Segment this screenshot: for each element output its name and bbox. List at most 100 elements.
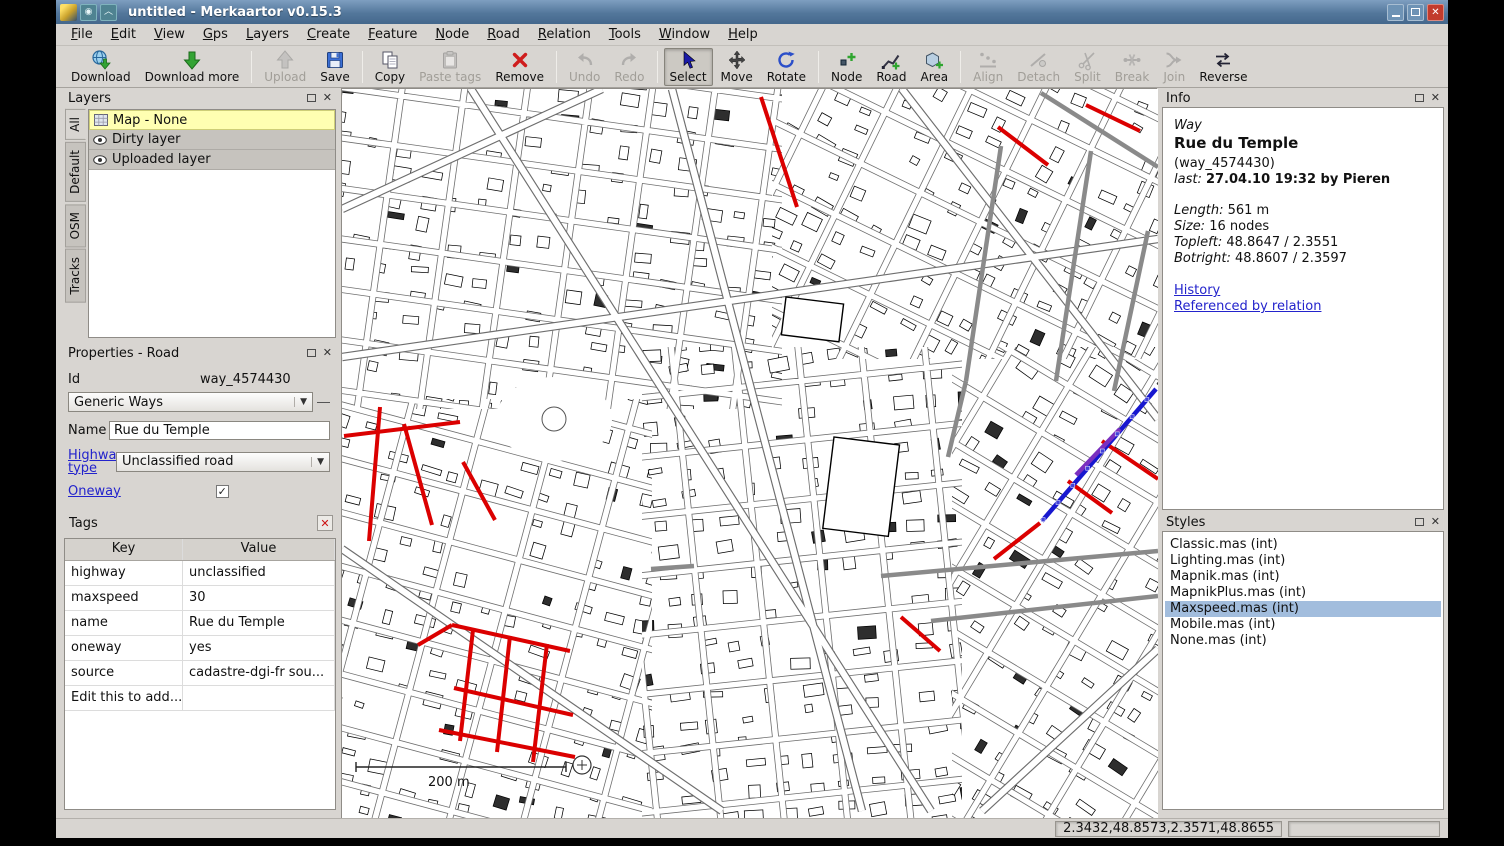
info-feature-id: (way_4574430) [1174, 156, 1432, 171]
window-menu-button[interactable]: ◉ [80, 4, 97, 21]
visible-eye-icon[interactable] [93, 155, 107, 165]
toolbar-separator [251, 51, 252, 83]
menu-view[interactable]: View [145, 25, 194, 44]
menu-edit[interactable]: Edit [102, 25, 145, 44]
status-bar: 2.3432,48.8573,2.3571,48.8655 [56, 818, 1448, 838]
properties-dock: Properties - Road ✕ Id way_4574430 Gener… [64, 344, 336, 810]
menu-road[interactable]: Road [478, 25, 529, 44]
menu-tools[interactable]: Tools [600, 25, 650, 44]
layer-item-map-none[interactable]: Map - None [89, 110, 335, 130]
detach-icon [1028, 49, 1050, 71]
delete-tag-button[interactable]: ✕ [317, 515, 333, 531]
toolbar-button-label: Undo [569, 71, 600, 84]
tags-header-row: KeyValue [65, 539, 335, 561]
info-field: Topleft: 48.8647 / 2.3551 [1174, 235, 1432, 251]
menu-relation[interactable]: Relation [529, 25, 600, 44]
area-button[interactable]: Area [914, 48, 954, 86]
layers-tab-default[interactable]: Default [65, 142, 86, 202]
properties-dock-float-icon[interactable] [307, 349, 316, 357]
layer-item-label: Map - None [113, 113, 187, 128]
save-button[interactable]: Save [314, 48, 355, 86]
properties-dock-close-icon[interactable]: ✕ [323, 348, 332, 358]
road-button[interactable]: Road [870, 48, 912, 86]
highway-type-select[interactable]: Unclassified road ▼ [116, 452, 330, 472]
remove-button[interactable]: Remove [489, 48, 550, 86]
feature-type-value: Generic Ways [74, 395, 163, 410]
tag-row[interactable]: sourcecadastre-dgi-fr sou... [65, 661, 335, 686]
menu-node[interactable]: Node [426, 25, 478, 44]
layers-tab-osm[interactable]: OSM [65, 204, 86, 247]
tag-row[interactable]: Edit this to add... [65, 686, 335, 711]
link-referenced-by-relation[interactable]: Referenced by relation [1174, 299, 1432, 315]
layers-list: Map - None Dirty layerUploaded layer [88, 109, 336, 338]
layers-dock-close-icon[interactable]: ✕ [323, 93, 332, 103]
copy-button[interactable]: Copy [369, 48, 411, 86]
menu-window[interactable]: Window [650, 25, 719, 44]
style-item-mapnik-mas-int[interactable]: Mapnik.mas (int) [1165, 569, 1441, 585]
toolbar-separator [657, 51, 658, 83]
oneway-link[interactable]: Oneway [68, 484, 121, 499]
rotate-button[interactable]: Rotate [761, 48, 812, 86]
info-dock-float-icon[interactable] [1415, 94, 1424, 102]
style-item-mapnikplus-mas-int[interactable]: MapnikPlus.mas (int) [1165, 585, 1441, 601]
style-item-classic-mas-int[interactable]: Classic.mas (int) [1165, 537, 1441, 553]
style-item-lighting-mas-int[interactable]: Lighting.mas (int) [1165, 553, 1441, 569]
menu-layers[interactable]: Layers [237, 25, 298, 44]
map-layer-icon[interactable] [94, 114, 108, 126]
toolbar-separator [362, 51, 363, 83]
window-shade-button[interactable]: ︿ [100, 4, 117, 21]
styles-dock-close-icon[interactable]: ✕ [1431, 517, 1440, 527]
layer-item-dirty-layer[interactable]: Dirty layer [89, 130, 335, 150]
download-more-button[interactable]: Download more [139, 48, 246, 86]
maximize-button[interactable] [1407, 4, 1424, 21]
reverse-button[interactable]: Reverse [1193, 48, 1253, 86]
download-button[interactable]: Download [65, 48, 137, 86]
tag-cell [183, 686, 335, 710]
upload-button: Upload [258, 48, 312, 86]
select-button[interactable]: Select [664, 48, 713, 86]
map-canvas[interactable]: 200 m [341, 88, 1157, 818]
oneway-checkbox[interactable] [216, 485, 229, 498]
menu-feature[interactable]: Feature [359, 25, 426, 44]
styles-dock-float-icon[interactable] [1415, 518, 1424, 526]
feature-type-select[interactable]: Generic Ways ▼ [68, 392, 313, 412]
menu-gps[interactable]: Gps [194, 25, 237, 44]
toolbar-button-label: Road [876, 71, 906, 84]
menu-file[interactable]: File [62, 25, 102, 44]
style-item-maxspeed-mas-int[interactable]: Maxspeed.mas (int) [1165, 601, 1441, 617]
toolbar-button-label: Align [973, 71, 1003, 84]
node-button[interactable]: Node [825, 48, 868, 86]
move-icon [726, 49, 748, 71]
tag-cell: highway [65, 561, 183, 585]
visible-eye-icon[interactable] [93, 135, 107, 145]
style-item-mobile-mas-int[interactable]: Mobile.mas (int) [1165, 617, 1441, 633]
layers-dock-float-icon[interactable] [307, 94, 316, 102]
move-button[interactable]: Move [715, 48, 759, 86]
minimize-button[interactable] [1387, 4, 1404, 21]
toolbar-button-label: Split [1074, 71, 1101, 84]
tag-row[interactable]: highwayunclassified [65, 561, 335, 586]
layers-tab-tracks[interactable]: Tracks [65, 249, 86, 303]
layer-item-uploaded-layer[interactable]: Uploaded layer [89, 150, 335, 170]
name-input[interactable] [109, 421, 330, 440]
titlebar[interactable]: ◉ ︿ untitled - Merkaartor v0.15.3 ✕ [56, 0, 1448, 24]
info-dock-close-icon[interactable]: ✕ [1431, 93, 1440, 103]
layers-tab-all[interactable]: All [65, 109, 86, 140]
tag-row[interactable]: onewayyes [65, 636, 335, 661]
menu-create[interactable]: Create [298, 25, 359, 44]
splitter-handle[interactable] [317, 402, 330, 403]
tag-cell: cadastre-dgi-fr sou... [183, 661, 335, 685]
info-field: Botright: 48.8607 / 2.3597 [1174, 251, 1432, 267]
resize-grip[interactable] [1288, 821, 1440, 837]
toolbar-button-label: Join [1163, 71, 1185, 84]
tag-row[interactable]: maxspeed30 [65, 586, 335, 611]
link-history[interactable]: History [1174, 283, 1432, 299]
layers-dock-header: Layers ✕ [64, 89, 336, 107]
highway-type-link[interactable]: Highway type [68, 449, 116, 475]
tag-row[interactable]: nameRue du Temple [65, 611, 335, 636]
style-item-none-mas-int[interactable]: None.mas (int) [1165, 633, 1441, 649]
close-button[interactable]: ✕ [1427, 4, 1444, 21]
road-icon [880, 49, 902, 71]
menu-help[interactable]: Help [719, 25, 767, 44]
split-icon [1076, 49, 1098, 71]
